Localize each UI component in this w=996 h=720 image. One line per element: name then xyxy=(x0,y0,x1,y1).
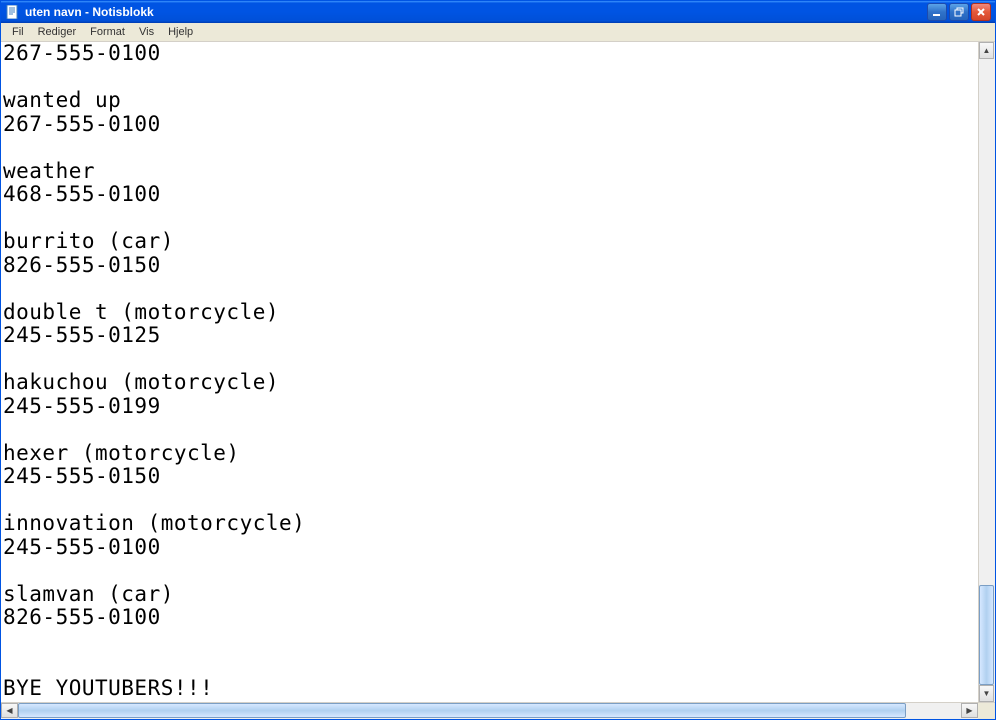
titlebar[interactable]: uten navn - Notisblokk xyxy=(1,1,995,23)
vertical-scrollbar[interactable]: ▲ ▼ xyxy=(978,42,995,702)
scroll-left-button[interactable]: ◀ xyxy=(1,703,18,718)
scroll-corner xyxy=(978,703,995,719)
content-wrapper: 267-555-0100 wanted up 267-555-0100 weat… xyxy=(1,42,995,719)
horizontal-scrollbar[interactable]: ◀ ▶ xyxy=(1,702,995,719)
menu-rediger[interactable]: Rediger xyxy=(31,24,84,40)
scroll-up-button[interactable]: ▲ xyxy=(979,42,994,59)
menu-vis[interactable]: Vis xyxy=(132,24,161,40)
menu-format[interactable]: Format xyxy=(83,24,132,40)
content-outer: 267-555-0100 wanted up 267-555-0100 weat… xyxy=(1,42,995,702)
menu-fil[interactable]: Fil xyxy=(5,24,31,40)
vertical-scroll-thumb[interactable] xyxy=(979,585,994,685)
notepad-window: uten navn - Notisblokk Fil Rediger For xyxy=(0,0,996,720)
menu-hjelp[interactable]: Hjelp xyxy=(161,24,200,40)
scroll-right-button[interactable]: ▶ xyxy=(961,703,978,718)
horizontal-scroll-thumb[interactable] xyxy=(18,703,906,718)
menubar: Fil Rediger Format Vis Hjelp xyxy=(1,23,995,42)
scroll-down-button[interactable]: ▼ xyxy=(979,685,994,702)
close-button[interactable] xyxy=(971,3,991,21)
window-controls xyxy=(927,3,991,21)
window-title: uten navn - Notisblokk xyxy=(25,5,927,19)
text-editor[interactable]: 267-555-0100 wanted up 267-555-0100 weat… xyxy=(1,42,978,702)
maximize-button[interactable] xyxy=(949,3,969,21)
minimize-button[interactable] xyxy=(927,3,947,21)
app-icon xyxy=(5,4,21,20)
